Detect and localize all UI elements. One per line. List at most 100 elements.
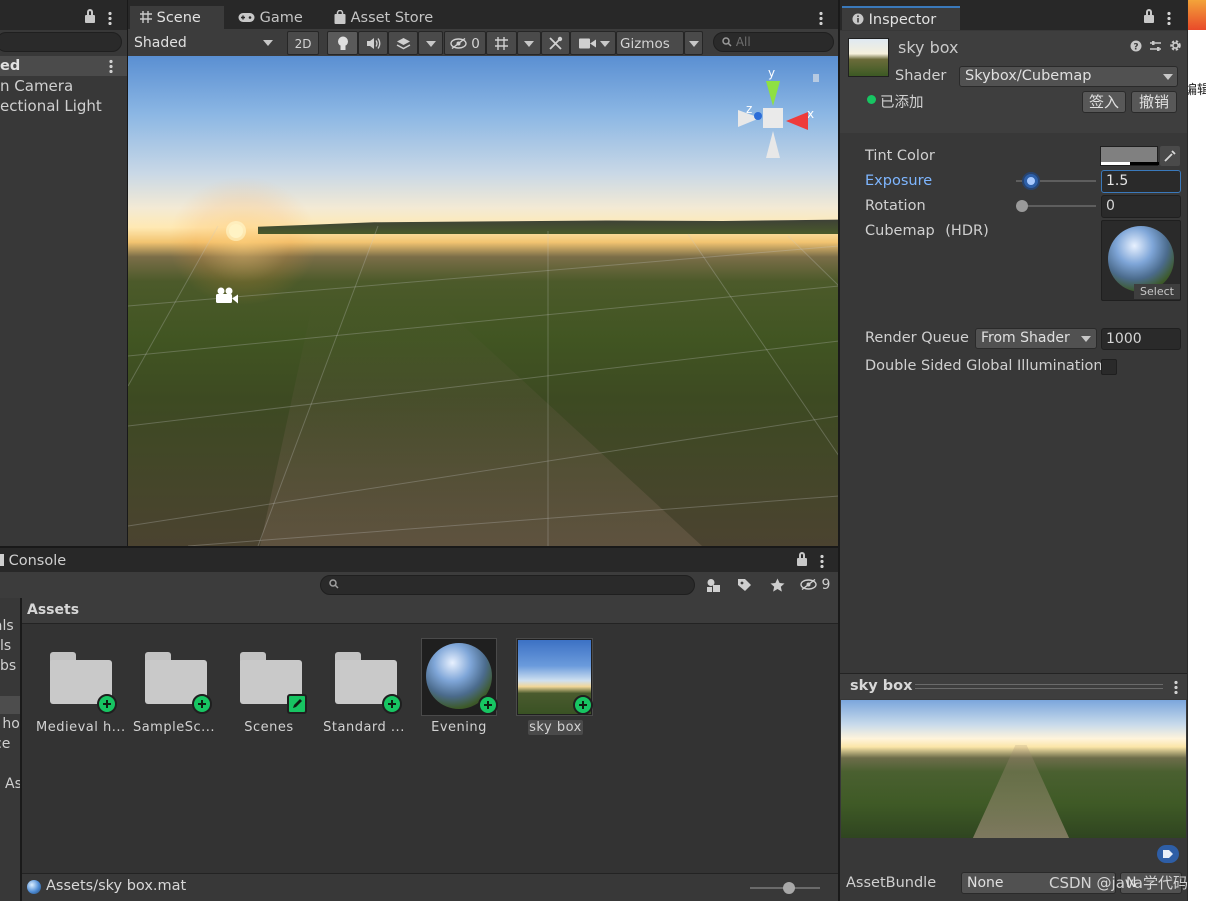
camera-gizmo-icon[interactable] <box>214 287 240 305</box>
exposure-slider-thumb[interactable] <box>1024 174 1039 188</box>
lighting-toggle-button[interactable] <box>327 31 358 55</box>
external-red-badge <box>1188 0 1206 30</box>
vertical-divider[interactable] <box>838 0 840 901</box>
gizmos-dropdown-button[interactable] <box>684 31 703 55</box>
added-status-icon <box>867 95 876 104</box>
search-icon <box>329 579 339 589</box>
gizmos-button[interactable]: Gizmos <box>616 31 684 55</box>
asset-item-evening[interactable] <box>421 638 498 716</box>
help-icon[interactable]: ? <box>1130 40 1142 52</box>
rotation-slider[interactable] <box>1016 198 1096 214</box>
project-search-input[interactable] <box>320 575 695 595</box>
checkin-button[interactable]: 签入 <box>1082 91 1126 113</box>
effects-toggle-button[interactable] <box>388 31 418 55</box>
gizmos-label: Gizmos <box>620 36 670 52</box>
tree-item-models[interactable]: ls <box>0 638 11 654</box>
exposure-slider[interactable] <box>1016 173 1096 189</box>
rotation-field[interactable]: 0 <box>1101 195 1181 218</box>
external-window-edge: 编辑 <box>1188 0 1206 901</box>
camera-settings-button[interactable] <box>570 31 616 55</box>
gizmo-lock-icon[interactable] <box>813 74 819 82</box>
revert-button-label: 撤销 <box>1138 93 1169 111</box>
tree-item-materials[interactable]: ials <box>0 618 14 634</box>
breadcrumb-assets[interactable]: Assets <box>27 602 79 618</box>
tools-icon <box>549 36 563 50</box>
tab-inspector[interactable]: Inspector <box>842 6 960 30</box>
material-name: sky box <box>898 38 959 57</box>
icon-size-slider-thumb[interactable] <box>783 882 795 894</box>
filter-by-type-button[interactable] <box>700 573 728 597</box>
effects-dropdown-button[interactable] <box>418 31 443 55</box>
eyedropper-icon[interactable] <box>1160 146 1180 166</box>
layers-icon <box>396 38 410 50</box>
tab-console[interactable]: Console <box>0 551 66 572</box>
hierarchy-item-main-camera[interactable]: n Camera <box>0 77 73 95</box>
audio-toggle-button[interactable] <box>358 31 388 55</box>
scene-visibility-button[interactable]: 0 <box>444 31 486 55</box>
assetbundle-value: None <box>967 875 1004 891</box>
inspector-more-icon[interactable] <box>1167 11 1171 25</box>
cubemap-select-button[interactable]: Select <box>1134 284 1180 299</box>
scene-search-input[interactable]: All <box>713 32 834 52</box>
cubemap-hdr-label: (HDR) <box>945 223 989 239</box>
hierarchy-panel: ed n Camera ectional Light <box>0 0 127 546</box>
scene-menu-icon[interactable] <box>109 59 113 73</box>
tint-color-swatch[interactable] <box>1100 146 1159 166</box>
settings-gear-icon[interactable] <box>1169 39 1182 52</box>
tree-item-prefabs[interactable]: bs <box>0 658 16 674</box>
hierarchy-scene-header[interactable]: ed <box>0 56 127 76</box>
preview-header: sky box <box>840 673 1187 699</box>
shopping-bag-icon <box>334 9 346 24</box>
exposure-field[interactable]: 1.5 <box>1101 170 1181 193</box>
asset-item-skybox[interactable] <box>516 638 593 716</box>
filter-by-label-button[interactable] <box>731 573 759 597</box>
more-menu-icon[interactable] <box>108 11 112 25</box>
grid-dropdown-button[interactable] <box>517 31 541 55</box>
project-lock-icon[interactable] <box>797 552 807 566</box>
chevron-down-icon <box>426 41 436 47</box>
project-tabbar <box>0 548 838 572</box>
preview-more-icon[interactable] <box>1174 680 1178 694</box>
exposure-value: 1.5 <box>1106 173 1129 189</box>
eye-slash-icon <box>800 578 817 591</box>
shader-dropdown[interactable]: Skybox/Cubemap <box>959 66 1178 87</box>
favorites-button[interactable] <box>764 573 792 597</box>
tab-game[interactable]: Game <box>232 6 303 30</box>
light-gizmo-icon[interactable] <box>229 224 243 238</box>
cubemap-slot[interactable]: Select <box>1101 220 1181 301</box>
scene-search-placeholder: All <box>735 35 751 49</box>
exposure-label: Exposure <box>865 173 933 189</box>
tab-asset-store[interactable]: Asset Store <box>328 6 433 30</box>
project-more-icon[interactable] <box>820 554 824 568</box>
tab-scene[interactable]: Scene <box>130 6 224 30</box>
hierarchy-search-input[interactable] <box>0 32 122 52</box>
tree-item-assets[interactable]: As <box>5 776 20 792</box>
assets-breadcrumb-bar: Assets <box>22 598 838 624</box>
toggle-2d-button[interactable]: 2D <box>287 31 319 55</box>
revert-button[interactable]: 撤销 <box>1131 91 1177 113</box>
preset-icon[interactable] <box>1149 40 1162 52</box>
inspector-lock-icon[interactable] <box>1144 9 1154 23</box>
rotation-slider-thumb[interactable] <box>1016 200 1028 212</box>
tree-item-scenes[interactable]: ce <box>0 736 10 752</box>
star-icon <box>770 578 785 592</box>
render-queue-mode-dropdown[interactable]: From Shader <box>975 328 1097 349</box>
chevron-down-icon <box>689 41 699 47</box>
tools-button[interactable] <box>541 31 570 55</box>
hidden-packages-toggle[interactable]: 9 <box>800 573 836 597</box>
lock-icon[interactable] <box>85 9 95 23</box>
skybox-preview[interactable] <box>841 700 1186 838</box>
scene-viewport[interactable]: y z x <box>128 56 839 546</box>
hierarchy-item-directional-light[interactable]: ectional Light <box>0 97 102 115</box>
label-tag-icon[interactable] <box>1157 845 1179 863</box>
chevron-down-icon <box>524 41 534 47</box>
double-sided-gi-checkbox[interactable] <box>1101 359 1117 375</box>
preview-resize-handle[interactable] <box>915 684 1163 689</box>
render-queue-field[interactable]: 1000 <box>1101 328 1181 350</box>
orientation-gizmo[interactable]: y z x <box>728 64 818 164</box>
scene-more-icon[interactable] <box>819 11 823 25</box>
grid-snap-button[interactable] <box>486 31 517 55</box>
shading-mode-dropdown[interactable]: Shaded <box>128 31 280 55</box>
tree-item-medieval[interactable]: l ho <box>0 716 20 732</box>
scene-name: ed <box>0 58 21 74</box>
